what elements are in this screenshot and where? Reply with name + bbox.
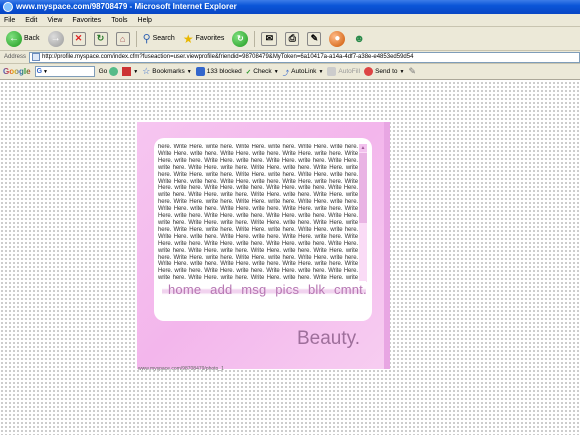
sendto-icon xyxy=(364,67,374,76)
dropdown-icon: ▼ xyxy=(43,68,48,75)
forward-arrow-icon: → xyxy=(47,30,64,47)
profile-card: here. Write Here. write here. Write Here… xyxy=(137,122,390,369)
nav-cmnt-link[interactable]: cmnt. xyxy=(334,282,367,297)
window-title: www.myspace.com/98708479 - Microsoft Int… xyxy=(16,2,237,11)
sendto-button[interactable]: Send to ▼ xyxy=(364,67,404,76)
menu-edit[interactable]: Edit xyxy=(25,17,37,24)
nav-home-link[interactable]: home xyxy=(168,282,201,297)
back-button[interactable]: ← Back xyxy=(4,29,42,49)
scroll-thumb[interactable] xyxy=(359,153,367,223)
popup-blocker-button[interactable]: 133 blocked xyxy=(195,67,242,76)
edit-button[interactable]: ✎ xyxy=(305,29,323,49)
spellcheck-button[interactable]: ✓ Check ▼ xyxy=(246,68,279,76)
google-toolbar: Google G ▼ Go ▼ ☆ Bookmarks ▼ 133 blocke… xyxy=(0,64,580,80)
discuss-icon: ● xyxy=(329,30,346,47)
dropdown-icon: ▼ xyxy=(186,68,192,75)
wrench-icon: ✎ xyxy=(408,66,416,76)
standard-toolbar: ← Back → ✕ ↻ ⌂ ⚲ Search ★ Favorites ↻ ✉ … xyxy=(0,27,580,51)
address-url: http://profile.myspace.com/index.cfm?fus… xyxy=(42,54,414,60)
history-button[interactable]: ↻ xyxy=(230,29,250,49)
google-logo: Google xyxy=(3,67,31,76)
autofill-icon xyxy=(327,67,337,76)
google-logo-text: Google xyxy=(3,67,31,76)
ie-icon xyxy=(3,2,13,12)
autolink-label: AutoLink xyxy=(291,68,317,75)
scroll-up-icon[interactable]: ▲ xyxy=(359,144,367,152)
home-button[interactable]: ⌂ xyxy=(114,29,132,49)
stop-button[interactable]: ✕ xyxy=(70,29,88,49)
check-label: Check xyxy=(253,68,272,75)
menu-favorites[interactable]: Favorites xyxy=(72,17,101,24)
autofill-button[interactable]: AutoFill xyxy=(327,67,360,76)
back-label: Back xyxy=(24,35,40,42)
address-bar: Address http://profile.myspace.com/index… xyxy=(0,51,580,64)
dropdown-icon: ▼ xyxy=(133,68,139,75)
google-search-input[interactable]: G ▼ xyxy=(34,66,95,77)
print-icon: ⎙ xyxy=(285,31,300,46)
mail-icon: ✉ xyxy=(261,31,278,46)
google-go-button[interactable]: Go xyxy=(99,67,119,76)
stop-icon: ✕ xyxy=(71,31,86,46)
nav-pics-link[interactable]: pics xyxy=(275,282,299,297)
footer-link[interactable]: www.myspace.com/98708479/photo_1 xyxy=(138,366,224,372)
profile-nav: home add msg pics blk cmnt. xyxy=(162,281,367,299)
favorites-label: Favorites xyxy=(195,35,225,42)
go-label: Go xyxy=(98,68,108,75)
blocked-label: 133 blocked xyxy=(206,68,242,75)
google-g-icon: G xyxy=(36,68,43,75)
dropdown-icon: ▼ xyxy=(399,68,405,75)
menu-view[interactable]: View xyxy=(47,17,62,24)
address-label: Address xyxy=(4,54,27,60)
home-icon: ⌂ xyxy=(115,31,130,46)
menu-file[interactable]: File xyxy=(4,17,15,24)
page-content: here. Write Here. write here. Write Here… xyxy=(0,81,580,435)
autolink-button[interactable]: ⤴ AutoLink ▼ xyxy=(283,67,324,77)
nav-msg-link[interactable]: msg xyxy=(241,282,266,297)
page-icon xyxy=(32,53,41,61)
print-button[interactable]: ⎙ xyxy=(283,29,301,49)
menu-bar: File Edit View Favorites Tools Help xyxy=(0,14,580,27)
autolink-icon: ⤴ xyxy=(282,69,290,77)
text-scrollbar[interactable]: ▲ xyxy=(359,144,367,282)
bookmarks-button[interactable]: ☆ Bookmarks ▼ xyxy=(142,66,192,77)
nav-add-link[interactable]: add xyxy=(210,282,232,297)
discuss-button[interactable]: ● xyxy=(327,29,347,49)
search-icon: ⚲ xyxy=(142,33,151,45)
nav-blk-link[interactable]: blk xyxy=(308,282,325,297)
sendto-label: Send to xyxy=(375,68,398,75)
profile-text-panel: here. Write Here. write here. Write Here… xyxy=(154,138,372,321)
search-button[interactable]: ⚲ Search xyxy=(141,29,177,49)
toolbar-divider xyxy=(254,30,256,47)
title-bar: www.myspace.com/98708479 - Microsoft Int… xyxy=(0,0,580,14)
search-label: Search xyxy=(152,35,175,42)
menu-help[interactable]: Help xyxy=(138,17,152,24)
forward-button[interactable]: → xyxy=(46,29,66,49)
history-icon: ↻ xyxy=(232,30,249,47)
pagerank-icon xyxy=(122,67,132,76)
dropdown-icon: ▼ xyxy=(318,68,324,75)
refresh-button[interactable]: ↻ xyxy=(92,29,110,49)
pagerank-button[interactable]: ▼ xyxy=(122,67,138,76)
about-me-text[interactable]: here. Write Here. write here. Write Here… xyxy=(158,144,358,282)
bookmark-star-icon: ☆ xyxy=(142,66,151,76)
refresh-icon: ↻ xyxy=(93,31,108,46)
menu-tools[interactable]: Tools xyxy=(111,17,127,24)
autofill-label: AutoFill xyxy=(338,68,361,75)
brand-title: Beauty. xyxy=(297,328,361,349)
popup-blocker-icon xyxy=(195,67,205,76)
star-icon: ★ xyxy=(182,31,194,46)
toolbar-divider xyxy=(135,30,137,47)
dropdown-icon: ▼ xyxy=(273,68,279,75)
settings-button[interactable]: ✎ xyxy=(408,66,416,77)
address-input[interactable]: http://profile.myspace.com/index.cfm?fus… xyxy=(29,51,580,63)
back-arrow-icon: ← xyxy=(6,30,22,47)
messenger-button[interactable]: ☻ xyxy=(351,29,367,49)
bookmarks-label: Bookmarks xyxy=(152,68,185,75)
messenger-icon: ☻ xyxy=(353,32,365,45)
go-icon xyxy=(109,67,119,76)
mail-button[interactable]: ✉ xyxy=(259,29,279,49)
edit-icon: ✎ xyxy=(307,31,322,46)
favorites-button[interactable]: ★ Favorites xyxy=(181,29,227,49)
check-icon: ✓ xyxy=(245,68,252,76)
